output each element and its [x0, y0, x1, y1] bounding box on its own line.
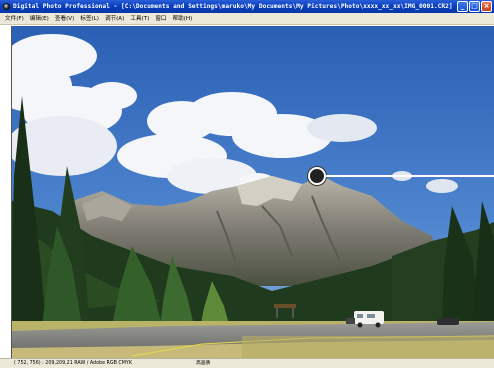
- menu-bar: 文件(F) 编辑(E) 查看(V) 标签(L) 调节(A) 工具(T) 窗口 帮…: [0, 13, 494, 25]
- pointer-marker-icon: [308, 167, 326, 185]
- menu-file[interactable]: 文件(F): [2, 13, 27, 24]
- landscape-photo: [12, 26, 494, 358]
- meadow-and-road: [12, 321, 494, 358]
- maximize-button[interactable]: □: [469, 1, 480, 12]
- menu-help[interactable]: 帮助(H): [170, 13, 196, 24]
- status-bar: ( 752, 756) : 209,209,21 RAW / Adobe RGB…: [0, 358, 494, 368]
- window-title: Digital Photo Professional - [C:\Documen…: [13, 3, 453, 10]
- app-icon[interactable]: [3, 3, 10, 10]
- title-bar[interactable]: Digital Photo Professional - [C:\Documen…: [0, 0, 494, 13]
- menu-view[interactable]: 查看(V): [52, 13, 77, 24]
- quality-indicator: 高画质: [196, 361, 211, 366]
- minimize-button[interactable]: _: [457, 1, 468, 12]
- menu-tools[interactable]: 工具(T): [127, 13, 152, 24]
- menu-edit[interactable]: 编辑(E): [27, 13, 52, 24]
- menu-window[interactable]: 窗口: [152, 13, 169, 24]
- image-viewer[interactable]: [11, 26, 494, 358]
- pixel-info-readout: ( 752, 756) : 209,209,21 RAW / Adobe RGB…: [14, 361, 132, 366]
- window-controls: _ □ ×: [457, 1, 492, 12]
- pointer-leader-line: [326, 175, 494, 177]
- menu-label[interactable]: 标签(L): [77, 13, 102, 24]
- menu-adjust[interactable]: 调节(A): [102, 13, 127, 24]
- close-button[interactable]: ×: [481, 1, 492, 12]
